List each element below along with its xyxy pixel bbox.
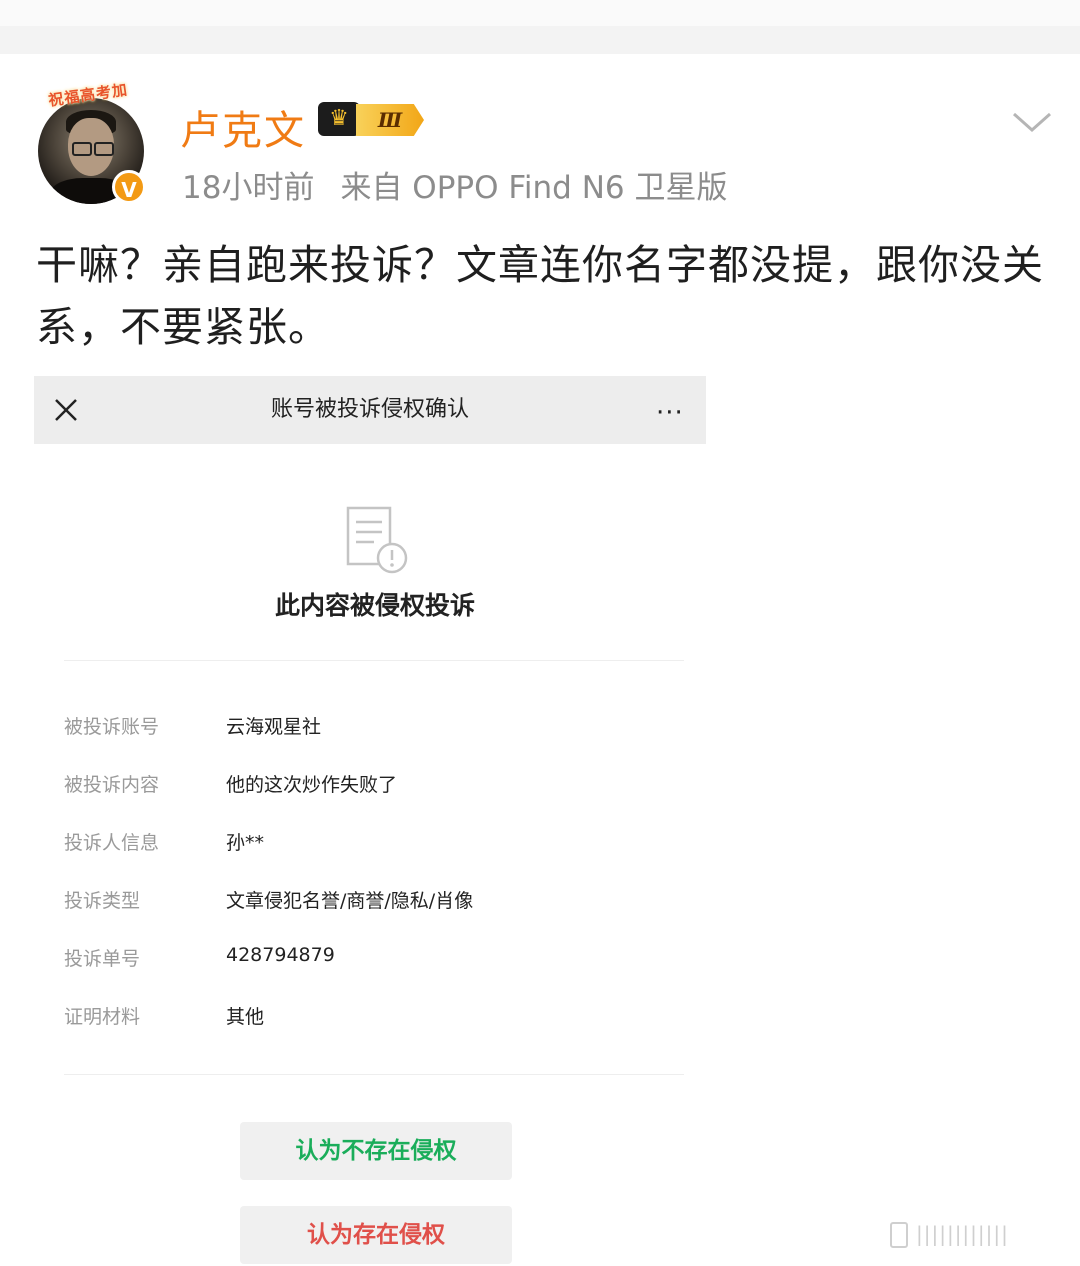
field-label: 被投诉账号 xyxy=(64,716,160,738)
field-row: 被投诉账号 云海观星社 xyxy=(64,712,684,742)
field-value: 428794879 xyxy=(226,944,335,966)
infringement-button: 认为存在侵权 xyxy=(240,1206,512,1264)
verified-badge: V xyxy=(112,170,146,204)
chevron-down-icon[interactable] xyxy=(1010,108,1054,136)
divider xyxy=(64,660,684,661)
field-row: 投诉单号 428794879 xyxy=(64,944,684,974)
divider xyxy=(64,1074,684,1075)
crown-icon: ♛ xyxy=(318,102,360,136)
watermark xyxy=(890,1222,908,1248)
field-value: 其他 xyxy=(226,1006,265,1028)
field-row: 证明材料 其他 xyxy=(64,1002,684,1032)
field-label: 投诉单号 xyxy=(64,948,141,970)
screenshot-title: 账号被投诉侵权确认 xyxy=(270,397,469,422)
screenshot-header: 账号被投诉侵权确认 ··· xyxy=(34,376,706,444)
field-value: 他的这次炒作失败了 xyxy=(226,774,398,796)
field-value: 孙** xyxy=(226,832,265,854)
field-label: 投诉人信息 xyxy=(64,832,160,854)
embedded-screenshot: 账号被投诉侵权确认 ··· 此内容被侵权投诉 被投诉账号 云海观星社 被投诉内容… xyxy=(34,376,706,1266)
field-row: 被投诉内容 他的这次炒作失败了 xyxy=(64,770,684,800)
field-label: 投诉类型 xyxy=(64,890,141,912)
field-label: 证明材料 xyxy=(64,1006,141,1028)
field-value: 文章侵犯名誉/商誉/隐私/肖像 xyxy=(226,890,474,912)
post-source: 来自 OPPO Find N6 卫星版 xyxy=(340,170,728,206)
no-infringement-button: 认为不存在侵权 xyxy=(240,1122,512,1180)
post-meta: 18小时前 来自 OPPO Find N6 卫星版 xyxy=(182,162,727,207)
field-row: 投诉人信息 孙** xyxy=(64,828,684,858)
post-time: 18小时前 xyxy=(182,170,315,206)
top-separator xyxy=(0,0,1080,54)
field-value: 云海观星社 xyxy=(226,716,322,738)
weibo-post: 祝福高考加 V 卢克文 ♛ Ⅲ 18小时前 来自 OPPO Find N6 卫星版… xyxy=(0,54,1080,1266)
post-text: 干嘛？亲自跑来投诉？文章连你名字都没提，跟你没关系，不要紧张。 xyxy=(36,241,1044,351)
field-label: 被投诉内容 xyxy=(64,774,160,796)
watermark-dots: |||||||||||| xyxy=(916,1222,1009,1246)
doc-warning-icon xyxy=(346,506,408,574)
username[interactable]: 卢克文 xyxy=(180,98,306,156)
field-row: 投诉类型 文章侵犯名誉/商誉/隐私/肖像 xyxy=(64,886,684,916)
level-badge: Ⅲ xyxy=(356,104,424,136)
complaint-status: 此内容被侵权投诉 xyxy=(274,591,475,620)
avatar[interactable]: 祝福高考加 V xyxy=(30,81,150,204)
more-icon: ··· xyxy=(656,398,684,428)
